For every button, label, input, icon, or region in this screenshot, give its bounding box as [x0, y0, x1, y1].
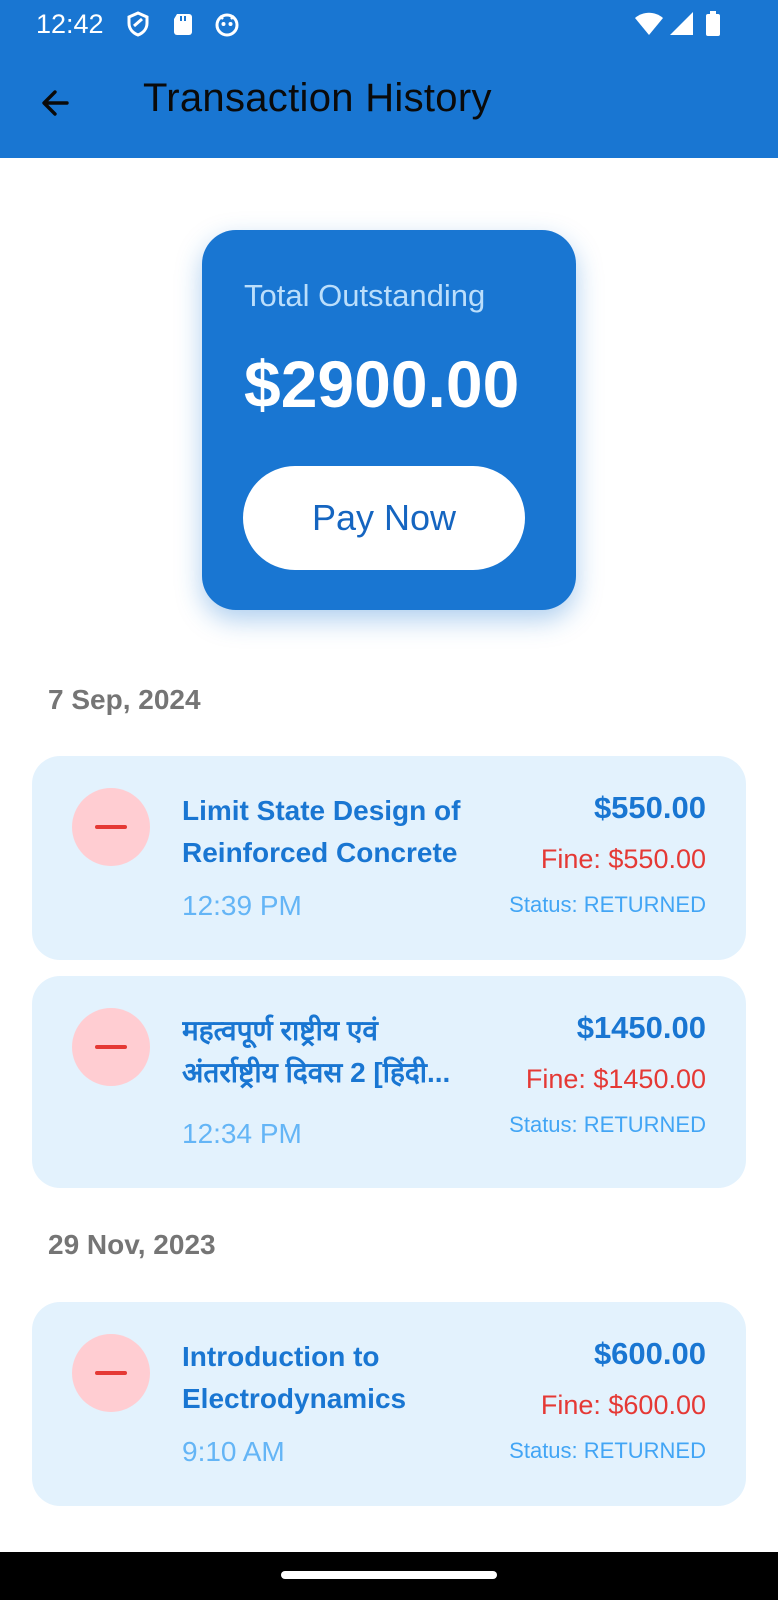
status-time: 12:42	[36, 9, 104, 39]
transaction-amount: $600.00	[593, 1336, 706, 1371]
page-title: Transaction History	[143, 76, 492, 120]
outstanding-amount: $2900.00	[244, 347, 520, 421]
transaction-title-line2: Electrodynamics	[182, 1383, 407, 1414]
transaction-time: 9:10 AM	[182, 1436, 285, 1467]
battery-icon	[706, 11, 720, 36]
transaction-amount: $550.00	[593, 790, 706, 825]
transaction-title: महत्वपूर्ण राष्ट्रीय एवं अंतर्राष्ट्रीय …	[182, 1010, 502, 1094]
transaction-fine: Fine: $550.00	[540, 844, 706, 874]
debit-indicator	[72, 788, 150, 866]
shield-icon	[127, 11, 149, 37]
transaction-title: Introduction to Electrodynamics	[182, 1336, 502, 1420]
transaction-fine: Fine: $600.00	[540, 1390, 706, 1420]
back-button[interactable]	[28, 76, 82, 130]
date-header: 29 Nov, 2023	[48, 1229, 216, 1260]
transaction-fine: Fine: $1450.00	[525, 1064, 706, 1094]
sd-card-icon	[174, 14, 192, 35]
transaction-status: Status: RETURNED	[509, 892, 706, 917]
back-arrow-icon	[42, 90, 69, 116]
status-bar: 12:42	[0, 0, 778, 48]
date-header: 7 Sep, 2024	[48, 684, 201, 715]
app-bar: 12:42 Transaction History	[0, 0, 778, 158]
transaction-status: Status: RETURNED	[509, 1438, 706, 1463]
minus-icon	[95, 1371, 127, 1375]
transaction-title: Limit State Design of Reinforced Concret…	[182, 790, 502, 874]
outstanding-summary-card: Total Outstanding $2900.00 Pay Now	[202, 230, 576, 610]
transaction-title-line2: अंतर्राष्ट्रीय दिवस 2 [हिंदी...	[182, 1057, 451, 1088]
transaction-title-line1: महत्वपूर्ण राष्ट्रीय एवं	[182, 1015, 378, 1046]
transaction-title-line1: Limit State Design of	[182, 795, 461, 826]
outstanding-label: Total Outstanding	[244, 278, 486, 313]
debit-indicator	[72, 1008, 150, 1086]
transaction-status: Status: RETURNED	[509, 1112, 706, 1137]
pay-now-button[interactable]: Pay Now	[243, 466, 525, 570]
transaction-amount: $1450.00	[576, 1010, 706, 1045]
signal-icon	[670, 12, 693, 35]
home-gesture-handle[interactable]	[281, 1571, 497, 1579]
transaction-title-line2: Reinforced Concrete	[182, 837, 458, 868]
app-notification-icon	[215, 13, 239, 37]
debit-indicator	[72, 1334, 150, 1412]
transaction-title-line1: Introduction to	[182, 1341, 380, 1372]
transaction-card[interactable]: Introduction to Electrodynamics 9:10 AM …	[32, 1302, 746, 1506]
transaction-time: 12:39 PM	[182, 890, 302, 921]
transaction-card[interactable]: महत्वपूर्ण राष्ट्रीय एवं अंतर्राष्ट्रीय …	[32, 976, 746, 1188]
transaction-card[interactable]: Limit State Design of Reinforced Concret…	[32, 756, 746, 960]
minus-icon	[95, 1045, 127, 1049]
minus-icon	[95, 825, 127, 829]
transaction-time: 12:34 PM	[182, 1118, 302, 1149]
wifi-icon	[635, 12, 663, 35]
